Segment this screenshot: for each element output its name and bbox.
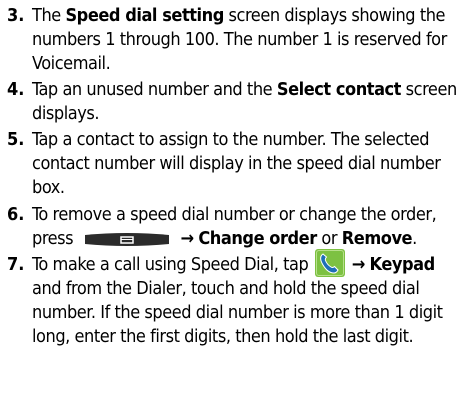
- menu-path-label: Keypad: [369, 254, 436, 275]
- step-number: 4.: [7, 79, 25, 100]
- step-text: Tap a contact to assign to the number. T…: [32, 128, 464, 200]
- step-text-run: or: [316, 228, 342, 249]
- step-text-run: The: [32, 5, 66, 26]
- step-text-run: Tap an unused number and the: [32, 79, 277, 100]
- step-text-run: Tap a contact to assign to the number. T…: [32, 129, 441, 198]
- menu-path-label: Change order: [198, 228, 317, 249]
- right-arrow-icon: →: [180, 228, 195, 249]
- phone-app-icon: [315, 249, 345, 277]
- step-text: To make a call using Speed Dial, tap → K…: [32, 249, 464, 349]
- step-number: 7.: [7, 254, 25, 275]
- step-text-run: and from the Dialer, touch and hold the …: [32, 278, 443, 347]
- step-text: Tap an unused number and the Select cont…: [32, 78, 464, 126]
- step-text-run: .: [412, 228, 417, 249]
- menu-path-label: Remove: [341, 228, 413, 249]
- step-text: To remove a speed dial number or change …: [32, 203, 464, 251]
- right-arrow-icon: →: [351, 254, 366, 275]
- menu-path-label: Speed dial setting: [65, 5, 224, 26]
- step-number: 6.: [7, 204, 25, 225]
- menu-path-label: Select contact: [276, 79, 402, 100]
- step-text: The Speed dial setting screen displays s…: [32, 4, 464, 76]
- manual-page: 3. The Speed dial setting screen display…: [0, 0, 469, 416]
- step-text-run: To make a call using Speed Dial, tap: [32, 254, 313, 275]
- menu-key-icon: [81, 232, 173, 247]
- step-number: 5.: [7, 129, 25, 150]
- step-number: 3.: [7, 5, 25, 26]
